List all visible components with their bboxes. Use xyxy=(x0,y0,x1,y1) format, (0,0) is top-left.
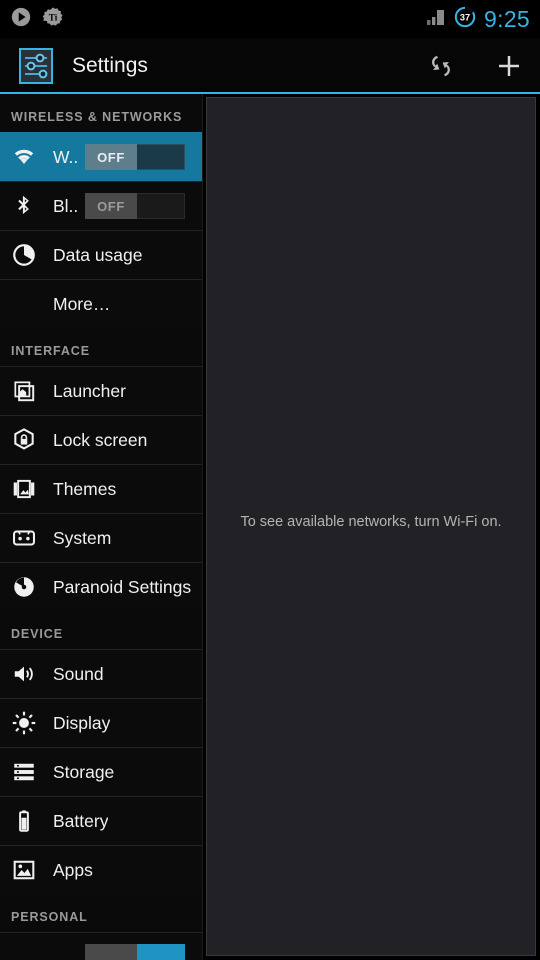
toggle-thumb: OFF xyxy=(85,144,137,170)
battery-status-icon: 37 xyxy=(454,6,476,33)
content-area: WIRELESS & NETWORKS W.. OFF Bl.. OFF Data usa… xyxy=(0,94,540,960)
section-header: INTERFACE xyxy=(0,328,202,366)
empty-state-message: To see available networks, turn Wi-Fi on… xyxy=(240,513,502,530)
settings-sliders-icon xyxy=(14,44,58,88)
sidebar-item-launcher[interactable]: Launcher xyxy=(0,366,202,415)
toggle-on-fill xyxy=(137,944,185,960)
sidebar-item-system[interactable]: System xyxy=(0,513,202,562)
toggle-thumb xyxy=(85,944,137,960)
display-icon xyxy=(11,710,37,736)
settings-sidebar[interactable]: WIRELESS & NETWORKS W.. OFF Bl.. OFF Data usa… xyxy=(0,94,203,960)
apps-icon xyxy=(11,857,37,883)
sidebar-item-label: Display xyxy=(53,712,111,733)
svg-text:Ti: Ti xyxy=(49,12,58,22)
sound-icon xyxy=(11,661,37,687)
sidebar-item-more[interactable]: More… xyxy=(0,279,202,328)
signal-bars-icon xyxy=(426,8,446,31)
wifi-detail-pane: To see available networks, turn Wi-Fi on… xyxy=(206,97,536,956)
sidebar-item-themes[interactable]: Themes xyxy=(0,464,202,513)
media-play-icon xyxy=(10,6,32,33)
status-bar-indicators: 37 9:25 xyxy=(426,6,530,33)
wifi-icon xyxy=(11,144,37,170)
settings-screen: Ti 37 9:25 Settings WIRELESS & NETWORKS … xyxy=(0,0,540,960)
sidebar-item-w[interactable]: W.. OFF xyxy=(0,132,202,181)
themes-icon xyxy=(11,476,37,502)
storage-icon xyxy=(11,759,37,785)
sidebar-item-label: Themes xyxy=(53,478,117,499)
sidebar-item-label: Launcher xyxy=(53,380,126,401)
sidebar-item-label: Lock screen xyxy=(53,429,148,450)
toggle-thumb: OFF xyxy=(85,193,137,219)
battery-percent-text: 37 xyxy=(460,12,470,22)
status-bar-notifications: Ti xyxy=(10,6,64,33)
action-bar-buttons xyxy=(424,49,526,83)
sidebar-item-label: Battery xyxy=(53,810,109,831)
battery-icon xyxy=(11,808,37,834)
titanium-backup-icon: Ti xyxy=(42,6,64,33)
sidebar-item-bl[interactable]: Bl.. OFF xyxy=(0,181,202,230)
bluetooth-icon xyxy=(11,193,37,219)
sidebar-item-item[interactable] xyxy=(0,932,202,960)
section-header: PERSONAL xyxy=(0,894,202,932)
action-bar: Settings xyxy=(0,38,540,94)
launcher-icon xyxy=(11,378,37,404)
sidebar-item-paranoid-settings[interactable]: Paranoid Settings xyxy=(0,562,202,611)
paranoid-icon xyxy=(11,574,37,600)
toggle-switch[interactable]: OFF xyxy=(85,144,185,170)
section-header: WIRELESS & NETWORKS xyxy=(0,94,202,132)
lock-screen-icon xyxy=(11,427,37,453)
system-icon xyxy=(11,525,37,551)
sidebar-item-label: Paranoid Settings xyxy=(53,576,192,597)
sidebar-item-label: Apps xyxy=(53,859,93,880)
sidebar-item-label: Data usage xyxy=(53,244,143,265)
status-bar: Ti 37 9:25 xyxy=(0,0,540,38)
section-header: DEVICE xyxy=(0,611,202,649)
sidebar-item-label: Storage xyxy=(53,761,115,782)
sidebar-item-apps[interactable]: Apps xyxy=(0,845,202,894)
sidebar-item-storage[interactable]: Storage xyxy=(0,747,202,796)
toggle-switch[interactable] xyxy=(85,944,185,960)
sidebar-item-label: W.. xyxy=(53,146,79,167)
detail-panel: To see available networks, turn Wi-Fi on… xyxy=(203,94,540,960)
sidebar-item-label: More… xyxy=(53,293,111,314)
sidebar-item-label: Sound xyxy=(53,663,104,684)
data-usage-icon xyxy=(11,242,37,268)
sidebar-item-data-usage[interactable]: Data usage xyxy=(0,230,202,279)
sidebar-item-label: System xyxy=(53,527,112,548)
page-title: Settings xyxy=(72,54,148,77)
status-bar-clock: 9:25 xyxy=(484,5,530,32)
plus-icon[interactable] xyxy=(492,49,526,83)
scan-icon[interactable] xyxy=(424,49,458,83)
sidebar-item-lock-screen[interactable]: Lock screen xyxy=(0,415,202,464)
toggle-switch[interactable]: OFF xyxy=(85,193,185,219)
sidebar-item-sound[interactable]: Sound xyxy=(0,649,202,698)
sidebar-item-battery[interactable]: Battery xyxy=(0,796,202,845)
sidebar-item-label: Bl.. xyxy=(53,195,79,216)
sidebar-item-display[interactable]: Display xyxy=(0,698,202,747)
